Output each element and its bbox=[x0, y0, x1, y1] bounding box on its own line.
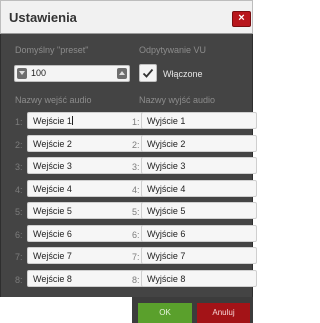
preset-value[interactable]: 100 bbox=[31, 68, 46, 78]
vu-checkbox[interactable] bbox=[139, 64, 157, 82]
input-number: 5: bbox=[15, 207, 23, 217]
settings-dialog: Ustawienia × Domyślny "preset" Odpytywan… bbox=[0, 0, 257, 323]
output-name-field[interactable]: Wyjście 8 bbox=[141, 270, 257, 287]
inputs-header: Nazwy wejść audio bbox=[15, 95, 92, 105]
chevron-up-icon bbox=[119, 71, 125, 75]
output-name-field[interactable]: Wyjście 6 bbox=[141, 225, 257, 242]
input-name-field[interactable]: Wejście 3 bbox=[27, 157, 143, 174]
input-name-field[interactable]: Wejście 6 bbox=[27, 225, 143, 242]
vu-label: Odpytywanie VU bbox=[139, 45, 207, 55]
input-name-value: Wejście 1 bbox=[33, 116, 72, 126]
outputs-header: Nazwy wyjść audio bbox=[139, 95, 216, 105]
dialog-title: Ustawienia bbox=[9, 10, 77, 25]
output-name-field[interactable]: Wyjście 4 bbox=[141, 180, 257, 197]
input-number: 2: bbox=[15, 140, 23, 150]
input-name-field[interactable]: Wejście 5 bbox=[27, 202, 143, 219]
input-number: 3: bbox=[15, 162, 23, 172]
input-number: 1: bbox=[15, 117, 23, 127]
close-button[interactable]: × bbox=[232, 11, 251, 27]
input-name-field[interactable]: Wejście 8 bbox=[27, 270, 143, 287]
input-name-field[interactable]: Wejście 7 bbox=[27, 247, 143, 264]
increment-button[interactable] bbox=[117, 68, 127, 79]
output-name-field[interactable]: Wyjście 3 bbox=[141, 157, 257, 174]
cancel-button[interactable]: Anuluj bbox=[197, 303, 250, 323]
input-number: 7: bbox=[15, 252, 23, 262]
output-name-field[interactable]: Wyjście 2 bbox=[141, 135, 257, 152]
chevron-down-icon bbox=[19, 71, 25, 75]
output-name-field[interactable]: Wyjście 1 bbox=[141, 112, 257, 129]
close-icon: × bbox=[238, 12, 245, 24]
input-number: 8: bbox=[15, 275, 23, 285]
title-bar: Ustawienia × bbox=[0, 0, 253, 34]
ok-button[interactable]: OK bbox=[138, 303, 192, 323]
text-cursor bbox=[71, 116, 73, 125]
input-name-field[interactable]: Wejście 1 bbox=[27, 112, 143, 129]
preset-label: Domyślny "preset" bbox=[15, 45, 89, 55]
output-name-field[interactable]: Wyjście 7 bbox=[141, 247, 257, 264]
input-number: 6: bbox=[15, 230, 23, 240]
input-name-field[interactable]: Wejście 2 bbox=[27, 135, 143, 152]
input-name-field[interactable]: Wejście 4 bbox=[27, 180, 143, 197]
input-number: 4: bbox=[15, 185, 23, 195]
decrement-button[interactable] bbox=[17, 68, 27, 79]
checkmark-icon bbox=[142, 68, 154, 78]
vu-checkbox-label: Włączone bbox=[163, 69, 203, 79]
preset-stepper[interactable]: 100 bbox=[14, 65, 130, 82]
output-name-field[interactable]: Wyjście 5 bbox=[141, 202, 257, 219]
